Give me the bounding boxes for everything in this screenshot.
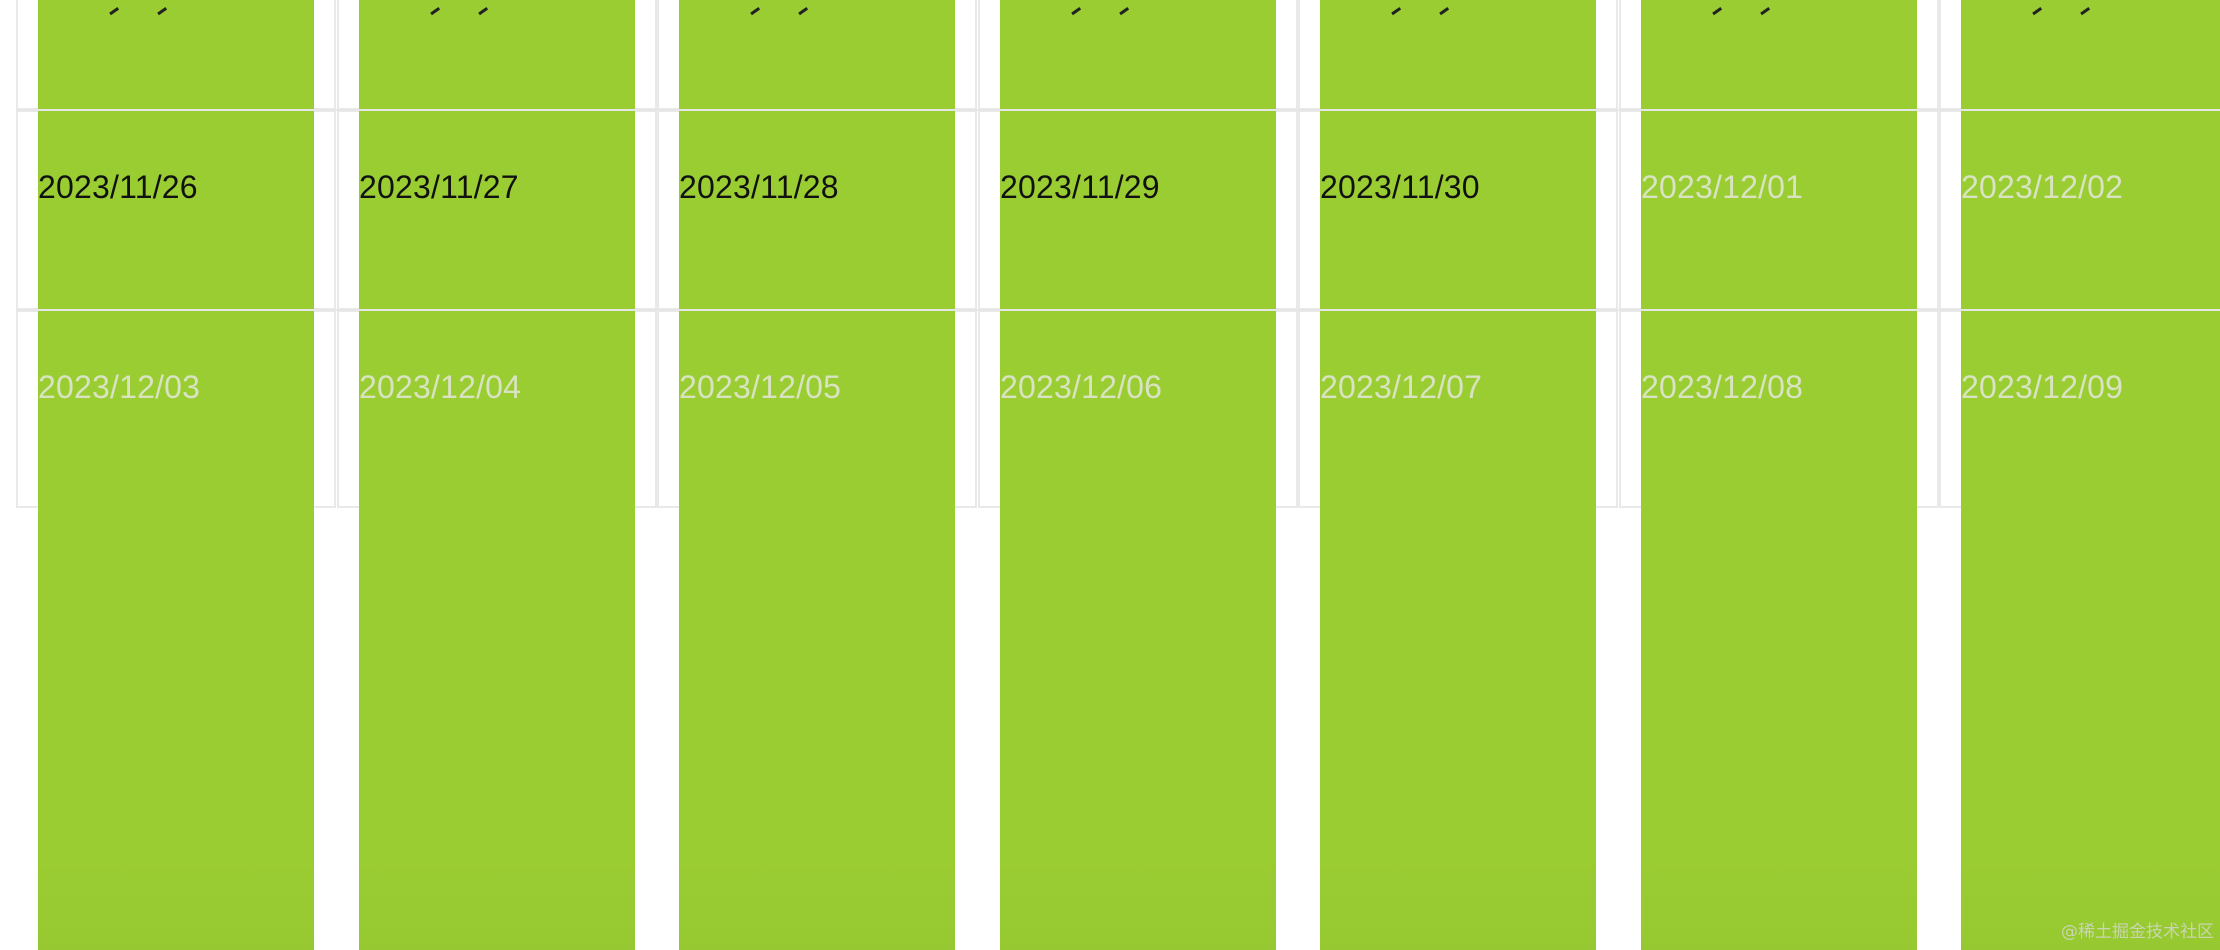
day-column[interactable] xyxy=(1961,0,2220,950)
day-column[interactable] xyxy=(1641,0,1917,950)
day-column[interactable] xyxy=(1320,0,1596,950)
date-label[interactable]: 2023/11/26 xyxy=(38,171,198,203)
clipped-date-fragment xyxy=(1388,0,1450,18)
column-shadow xyxy=(359,860,635,950)
calendar-view: 2023/11/26 2023/11/27 2023/11/28 2023/11/29… xyxy=(0,0,2220,950)
clipped-date-fragment xyxy=(1709,0,1771,18)
date-label[interactable]: 2023/11/29 xyxy=(1000,171,1160,203)
watermark: @稀土掘金技术社区 xyxy=(2061,922,2214,942)
day-column[interactable] xyxy=(1000,0,1276,950)
date-label[interactable]: 2023/12/04 xyxy=(359,371,521,403)
clipped-date-fragment xyxy=(747,0,809,18)
day-column[interactable] xyxy=(359,0,635,950)
date-label[interactable]: 2023/12/05 xyxy=(679,371,841,403)
column-shadow xyxy=(679,860,955,950)
date-label[interactable]: 2023/12/03 xyxy=(38,371,200,403)
date-label[interactable]: 2023/12/01 xyxy=(1641,171,1803,203)
day-column[interactable] xyxy=(679,0,955,950)
date-label[interactable]: 2023/12/09 xyxy=(1961,371,2123,403)
date-label[interactable]: 2023/12/07 xyxy=(1320,371,1482,403)
date-label[interactable]: 2023/12/06 xyxy=(1000,371,1162,403)
row-divider xyxy=(16,309,2220,311)
date-label[interactable]: 2023/11/28 xyxy=(679,171,839,203)
day-column[interactable] xyxy=(38,0,314,950)
clipped-date-fragment xyxy=(1068,0,1130,18)
date-label[interactable]: 2023/12/02 xyxy=(1961,171,2123,203)
date-label[interactable]: 2023/11/27 xyxy=(359,171,519,203)
clipped-date-fragment xyxy=(427,0,489,18)
column-shadow xyxy=(1641,860,1917,950)
column-shadow xyxy=(1000,860,1276,950)
date-label[interactable]: 2023/12/08 xyxy=(1641,371,1803,403)
clipped-date-fragment xyxy=(2029,0,2091,18)
clipped-date-fragment xyxy=(106,0,168,18)
date-label[interactable]: 2023/11/30 xyxy=(1320,171,1480,203)
column-shadow xyxy=(1320,860,1596,950)
row-divider xyxy=(16,109,2220,111)
column-shadow xyxy=(38,860,314,950)
